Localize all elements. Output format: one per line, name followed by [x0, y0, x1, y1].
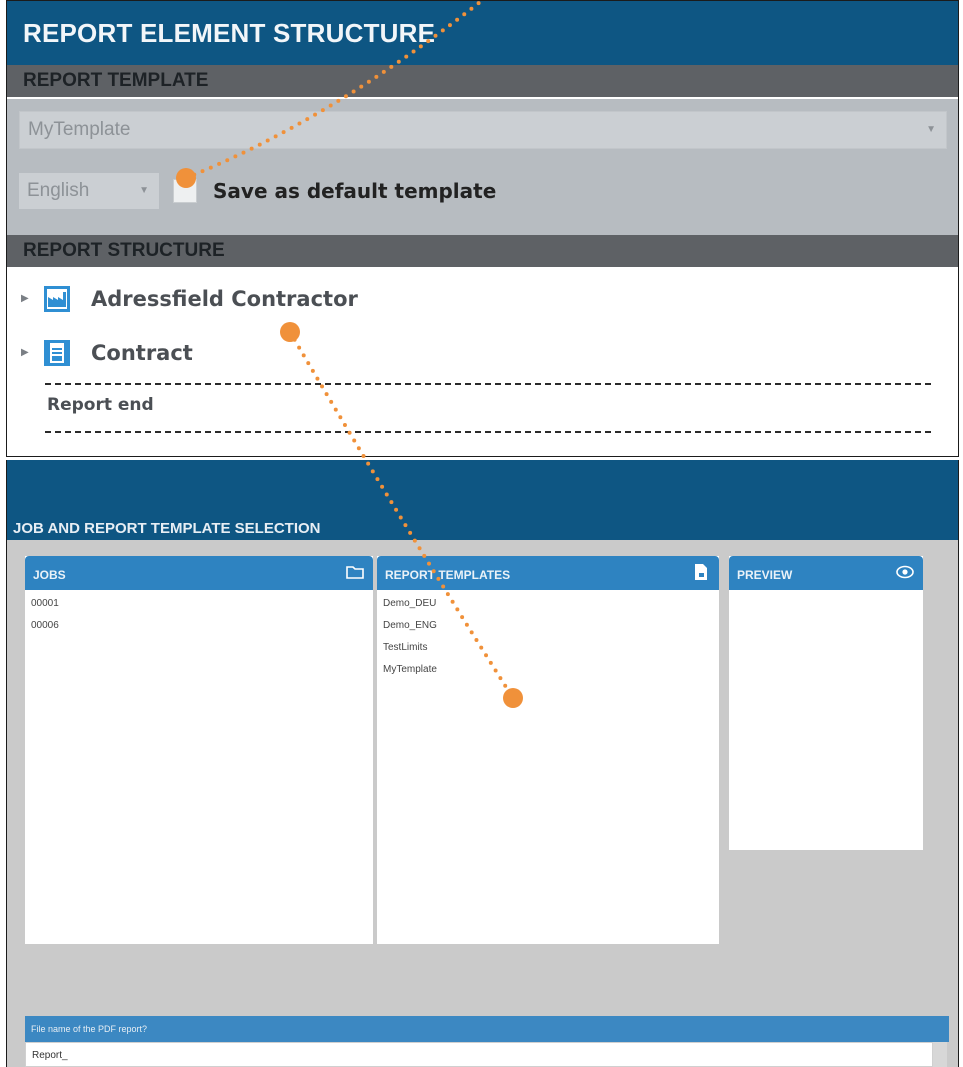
report-structure-list: ▶ Adressfield Contractor ▶ Contract — [7, 267, 958, 456]
document-icon — [44, 340, 70, 366]
report-template-area: MyTemplate ▼ English ▼ Save as default t… — [7, 99, 958, 235]
expand-caret-icon[interactable]: ▶ — [21, 347, 29, 358]
report-template-header: REPORT TEMPLATE — [7, 65, 958, 97]
template-dropdown[interactable]: MyTemplate ▼ — [19, 111, 947, 149]
tree-item-label: Contract — [91, 341, 193, 365]
expand-caret-icon[interactable]: ▶ — [21, 293, 29, 304]
report-templates-header: REPORT TEMPLATES — [377, 556, 719, 590]
preview-column: PREVIEW — [729, 556, 923, 850]
divider — [45, 431, 931, 433]
tree-item-adressfield-contractor[interactable]: ▶ Adressfield Contractor — [7, 279, 958, 319]
list-item[interactable]: 00006 — [25, 618, 373, 634]
language-dropdown-value: English — [27, 180, 90, 201]
report-templates-column: REPORT TEMPLATES Demo_DEU Demo_ENG TestL… — [377, 556, 719, 944]
eye-icon[interactable] — [895, 562, 915, 582]
panel-title: JOB AND REPORT TEMPLATE SELECTION — [13, 520, 321, 537]
file-icon[interactable] — [691, 562, 711, 582]
report-end-label: Report end — [47, 395, 154, 415]
folder-icon[interactable] — [345, 562, 365, 582]
filename-label: File name of the PDF report? — [25, 1016, 949, 1042]
tree-item-contract[interactable]: ▶ Contract — [7, 333, 958, 373]
preview-header-label: PREVIEW — [737, 568, 793, 582]
preview-area — [729, 590, 923, 850]
preview-header: PREVIEW — [729, 556, 923, 590]
jobs-list: 00001 00006 — [25, 590, 373, 944]
chevron-down-icon: ▼ — [926, 124, 936, 135]
chevron-down-icon: ▼ — [139, 185, 149, 196]
report-element-structure-panel: REPORT ELEMENT STRUCTURE REPORT TEMPLATE… — [6, 0, 959, 457]
jobs-header: JOBS — [25, 556, 373, 590]
filename-scrollbar[interactable] — [933, 1042, 947, 1067]
report-templates-header-label: REPORT TEMPLATES — [385, 568, 511, 582]
jobs-header-label: JOBS — [33, 568, 66, 582]
panel-title: REPORT ELEMENT STRUCTURE — [7, 1, 958, 65]
factory-icon — [44, 286, 70, 312]
save-default-label: Save as default template — [213, 179, 497, 203]
divider — [45, 383, 931, 385]
filename-input[interactable]: Report_ — [25, 1042, 933, 1067]
job-template-selection-panel: JOB AND REPORT TEMPLATE SELECTION JOBS 0… — [6, 460, 959, 1067]
list-item[interactable]: TestLimits — [377, 640, 719, 656]
template-dropdown-value: MyTemplate — [28, 119, 131, 140]
language-dropdown[interactable]: English ▼ — [19, 173, 159, 209]
list-item[interactable]: 00001 — [25, 596, 373, 612]
list-item[interactable]: Demo_ENG — [377, 618, 719, 634]
list-item[interactable]: Demo_DEU — [377, 596, 719, 612]
tree-item-label: Adressfield Contractor — [91, 287, 358, 311]
report-structure-header: REPORT STRUCTURE — [7, 235, 958, 267]
save-default-checkbox[interactable] — [173, 179, 197, 203]
jobs-column: JOBS 00001 00006 — [25, 556, 373, 944]
list-item[interactable]: MyTemplate — [377, 662, 719, 678]
report-templates-list: Demo_DEU Demo_ENG TestLimits MyTemplate — [377, 590, 719, 944]
